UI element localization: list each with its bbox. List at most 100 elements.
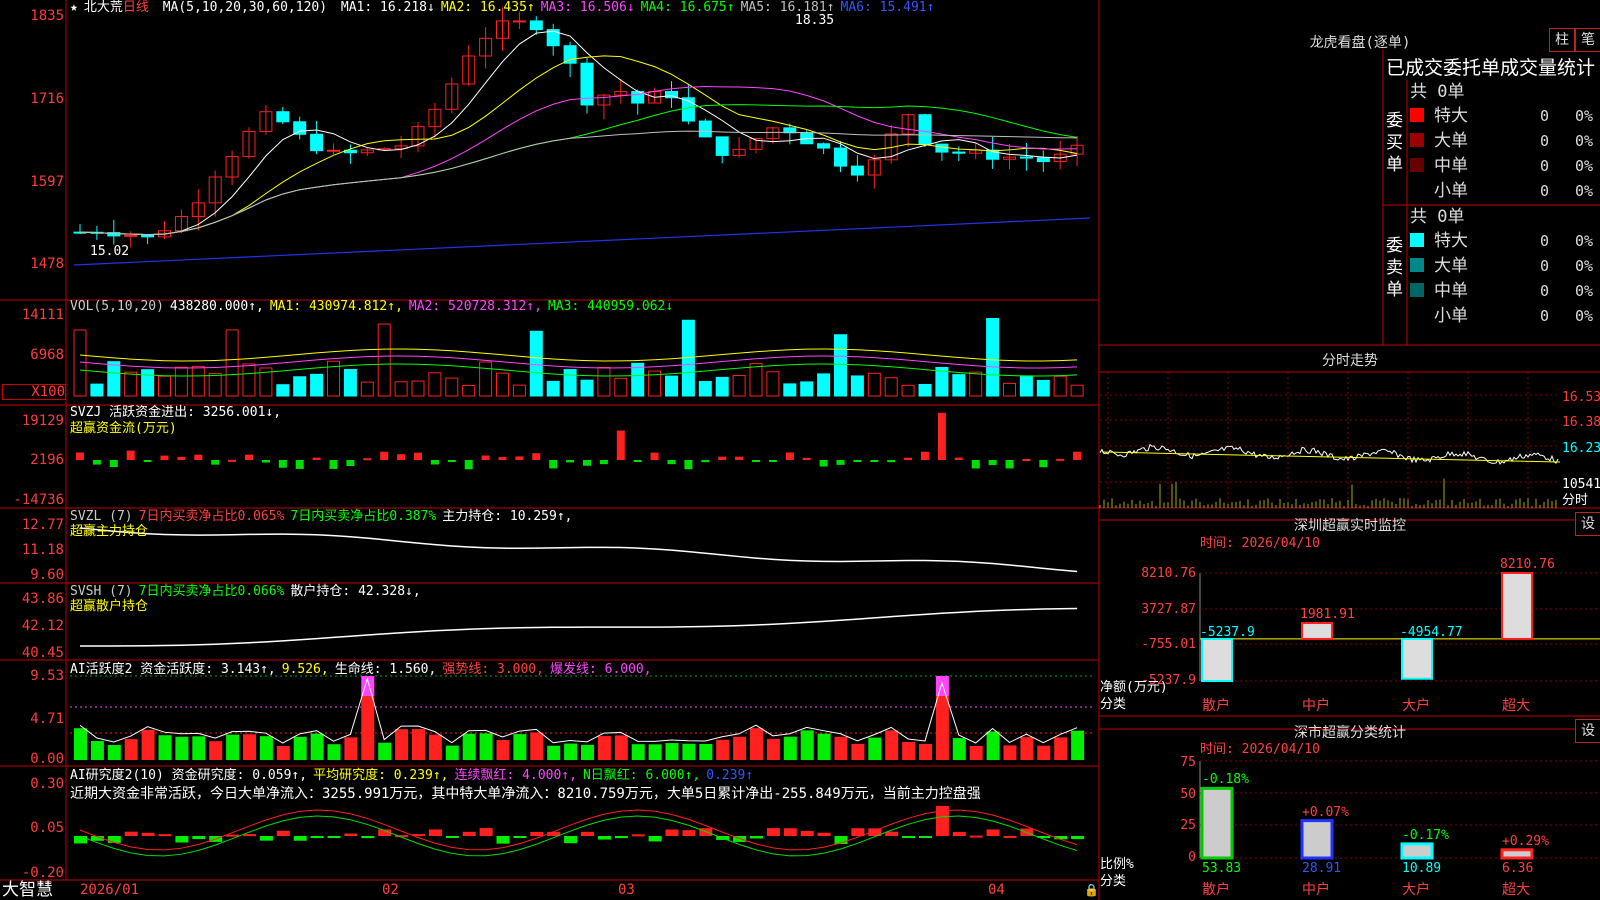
favorite-star-icon[interactable]: ★: [70, 0, 78, 15]
sz-monitor-title: 深圳超赢实时监控: [1294, 518, 1406, 534]
volume-ma-line: [79, 355, 1078, 369]
flow-bar: [684, 460, 693, 470]
bar-value-label: 53.83: [1202, 861, 1242, 876]
cls-y-label: 50: [1180, 787, 1196, 802]
volume-bar: [191, 365, 205, 397]
svsh-header: SVSH (7) 7日内买卖净占比0.066% 散户持仓: 42.328↓,: [70, 584, 433, 600]
cls-y-label: 75: [1180, 755, 1196, 770]
volume-bar: [969, 371, 983, 397]
category-label: 超大: [1502, 882, 1530, 898]
volume-bar: [428, 372, 442, 397]
candle-body: [715, 136, 729, 156]
activity-bar: [699, 743, 713, 760]
indicator-value: 生命线: 1.560,: [334, 662, 437, 677]
svzl-y-label: 11.18: [21, 542, 64, 558]
candle-body: [850, 165, 864, 176]
sz-class-label: 分类: [1100, 697, 1127, 712]
volume-bar: [800, 381, 814, 397]
indicator-value: MA1: 430974.812↑,: [269, 299, 403, 314]
volume-bar: [394, 381, 408, 397]
order-size-name: 中单: [1434, 281, 1468, 301]
volume-bar: [614, 377, 628, 397]
category-label: 散户: [1202, 698, 1230, 714]
flow-bar: [549, 460, 558, 469]
intraday-chart[interactable]: [1099, 372, 1561, 508]
buy-orders-label: 委买单: [1386, 111, 1403, 175]
flow-bar: [853, 460, 862, 462]
vol-unit-label: X100: [2, 384, 66, 400]
flow-bar: [667, 460, 676, 465]
flow-bar: [261, 460, 270, 463]
research-bar: [259, 836, 273, 841]
indicator-value: 散户持仓: 42.328↓,: [290, 584, 421, 599]
volume-bar: [834, 334, 847, 397]
svzl-y-label: 12.77: [21, 517, 64, 533]
bar-change-label: -0.18%: [1202, 772, 1249, 788]
indicator-value: 主力持仓: 10.259↑,: [442, 509, 573, 524]
order-size-name: 小单: [1434, 181, 1468, 201]
indicator-value: SVZL (7): [70, 509, 133, 524]
activity-bar: [276, 745, 290, 760]
activity-bar: [496, 740, 510, 760]
activity-bar: [581, 744, 594, 760]
intraday-price-line: [1099, 443, 1559, 465]
order-count: 0: [1540, 232, 1550, 250]
x-axis-label: 03: [618, 882, 635, 898]
sz-class-settings-button[interactable]: 设: [1575, 719, 1600, 743]
research-bar: [919, 836, 932, 838]
activity-bar: [885, 730, 899, 760]
category-label: 中户: [1302, 698, 1330, 714]
terminal-canvas: [0, 0, 1600, 900]
cls-y-label: 25: [1180, 818, 1196, 833]
indicator-value: 0.239↑: [706, 768, 754, 783]
volume-bar: [715, 376, 729, 397]
ratio-bar: [1500, 848, 1534, 860]
lock-icon[interactable]: 🔒: [1084, 882, 1099, 898]
volume-bar: [783, 383, 797, 397]
bar-view-button[interactable]: 柱: [1549, 28, 1575, 52]
ai1-header: AI活跃度2 资金活跃度: 3.143↑, 9.526, 生命线: 1.560, 强势…: [70, 662, 664, 678]
x-axis-label: 02: [382, 882, 399, 898]
research-bar: [428, 829, 442, 836]
indicator-value: 7日内买卖净占比0.065%: [138, 509, 285, 524]
flow-bar: [126, 450, 135, 460]
ai2-header: AI研究度2(10) 资金研究度: 0.059↑, 平均研究度: 0.239↑, 连…: [70, 768, 765, 784]
volume-bars[interactable]: [73, 317, 1084, 397]
sz-monitor-settings-button[interactable]: 设: [1575, 512, 1600, 536]
sz-y-label: 8210.76: [1141, 566, 1196, 581]
activity-bar: [462, 733, 476, 760]
volume-bar: [445, 377, 459, 397]
lhb-title: 龙虎看盘(逐单): [1309, 35, 1411, 51]
svzj-bars[interactable]: [76, 412, 1082, 470]
ai-activity-bars[interactable]: [70, 675, 1095, 760]
activity-bar: [597, 736, 611, 760]
volume-bar: [918, 383, 932, 397]
volume-bar: [377, 323, 391, 397]
research-bar: [851, 828, 865, 836]
volume-bar: [817, 373, 831, 397]
activity-bar: [259, 736, 273, 760]
flow-bar: [143, 460, 152, 462]
activity-bar: [243, 734, 256, 760]
sz-y-label: -755.01: [1141, 637, 1196, 652]
candlestick-chart[interactable]: [73, 7, 1084, 248]
research-bar: [800, 830, 814, 836]
activity-bar: [513, 734, 527, 760]
volume-bar: [496, 372, 509, 397]
activity-bar: [445, 745, 459, 760]
ai2-comment: 近期大资金非常活跃，今日大单净流入：3255.991万元，其中特大单净流入：82…: [70, 786, 981, 802]
research-bar: [513, 836, 527, 838]
volume-bar: [360, 381, 374, 397]
net-flow-bar: [1201, 637, 1233, 682]
ai-research-bars[interactable]: [74, 805, 1085, 857]
bar-value-label: -4954.77: [1400, 624, 1463, 640]
period-label[interactable]: 日线: [123, 0, 149, 15]
indicator-value: MA3: 440959.062↓: [547, 299, 674, 314]
order-percent: 0%: [1575, 107, 1594, 125]
volume-bar: [901, 384, 915, 397]
volume-bar: [158, 375, 171, 397]
flow-bar: [312, 457, 321, 460]
tick-view-button[interactable]: 笔: [1575, 28, 1600, 52]
flow-bar: [1022, 458, 1031, 461]
flow-bar: [988, 460, 997, 466]
